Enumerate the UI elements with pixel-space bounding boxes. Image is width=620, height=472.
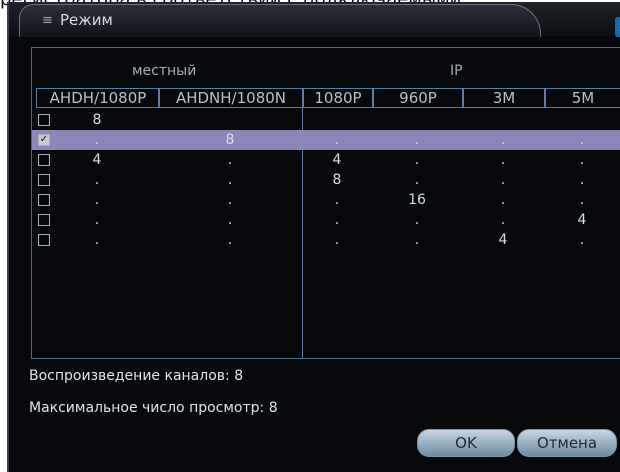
column-header-5m: 5M	[544, 88, 620, 108]
table-cell: .	[414, 132, 420, 148]
table-cell: .	[579, 232, 585, 248]
table-cell: .	[579, 132, 585, 148]
table-cell: 4	[92, 152, 102, 168]
table-cell: .	[94, 132, 100, 148]
table-cell: .	[579, 192, 585, 208]
close-button[interactable]: ×	[615, 17, 620, 37]
table-cell: .	[500, 212, 506, 228]
table-cell: .	[94, 232, 100, 248]
table-cell: 4	[332, 152, 342, 168]
table-cell: .	[94, 172, 100, 188]
table-cell: .	[334, 132, 340, 148]
table-cell: 8	[225, 132, 235, 148]
table-cell: .	[227, 192, 233, 208]
ok-button[interactable]: OK	[417, 429, 515, 457]
table-cell: .	[414, 212, 420, 228]
table-cell: .	[227, 212, 233, 228]
table-cell: .	[414, 232, 420, 248]
table-row[interactable]: .... 4.	[32, 230, 620, 250]
table-cell: .	[334, 192, 340, 208]
mode-dialog: ≡ Режим × местный IP AHDH/1080P AHDNH/10…	[7, 2, 620, 472]
table-cell: .	[414, 152, 420, 168]
table-row[interactable]: 8	[32, 110, 620, 130]
max-view-text: Максимальное число просмотр: 8	[29, 400, 278, 416]
table-row[interactable]: ✓. 8....	[32, 130, 620, 150]
table-cell: .	[500, 192, 506, 208]
table-cell: .	[94, 212, 100, 228]
table-row[interactable]: ..... 4	[32, 210, 620, 230]
window-title: Режим	[60, 11, 113, 29]
column-header-960p: 960P	[372, 88, 464, 108]
column-header-3m: 3M	[462, 88, 546, 108]
column-header-1080p: 1080P	[302, 88, 374, 108]
table-cell: .	[334, 232, 340, 248]
table-cell: 8	[92, 112, 102, 128]
table-cell: .	[94, 192, 100, 208]
table-cell: .	[500, 152, 506, 168]
table-cell: 8	[332, 172, 342, 188]
table-row[interactable]: 4. 4...	[32, 150, 620, 170]
table-cell: .	[579, 172, 585, 188]
table-cell: .	[414, 172, 420, 188]
table-cell: .	[500, 132, 506, 148]
playback-channels-text: Воспроизведение каналов: 8	[29, 368, 244, 384]
column-header-ahdh-1080p: AHDH/1080P	[36, 88, 160, 108]
table-cell: 4	[498, 232, 508, 248]
table-cell: .	[227, 172, 233, 188]
table-cell: .	[227, 152, 233, 168]
table-cell: 4	[577, 212, 587, 228]
group-local-label: местный	[132, 63, 197, 79]
title-tab: ≡ Режим	[19, 4, 541, 37]
mode-icon: ≡	[42, 13, 53, 28]
table-cell: .	[334, 212, 340, 228]
table-cell: .	[500, 172, 506, 188]
table-cell: .	[579, 152, 585, 168]
cancel-button[interactable]: Отмена	[517, 429, 617, 457]
channel-mode-table: местный IP AHDH/1080P AHDNH/1080N 1080P …	[31, 47, 620, 359]
group-ip-label: IP	[450, 63, 463, 79]
table-cell: .	[227, 232, 233, 248]
table-cell: 16	[408, 192, 426, 208]
table-row[interactable]: ... 16..	[32, 190, 620, 210]
column-header-ahdnh-1080n: AHDNH/1080N	[158, 88, 304, 108]
table-row[interactable]: .. 8...	[32, 170, 620, 190]
